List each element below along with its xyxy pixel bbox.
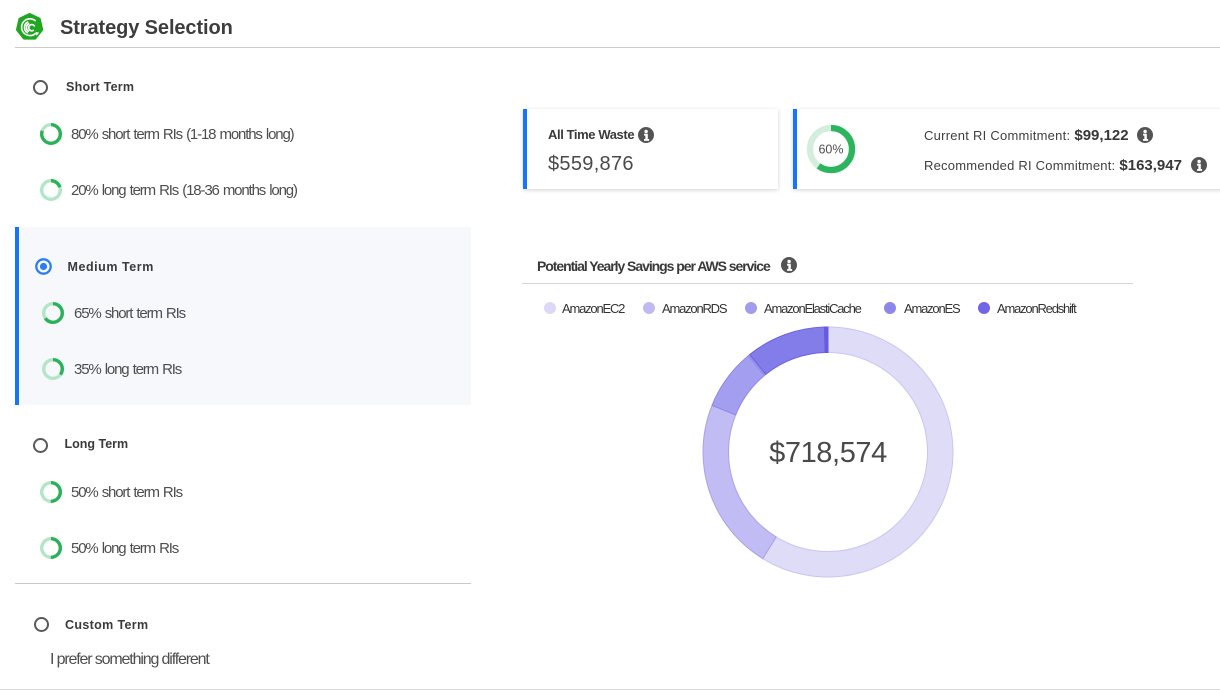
svg-text:60%: 60% xyxy=(818,143,843,157)
